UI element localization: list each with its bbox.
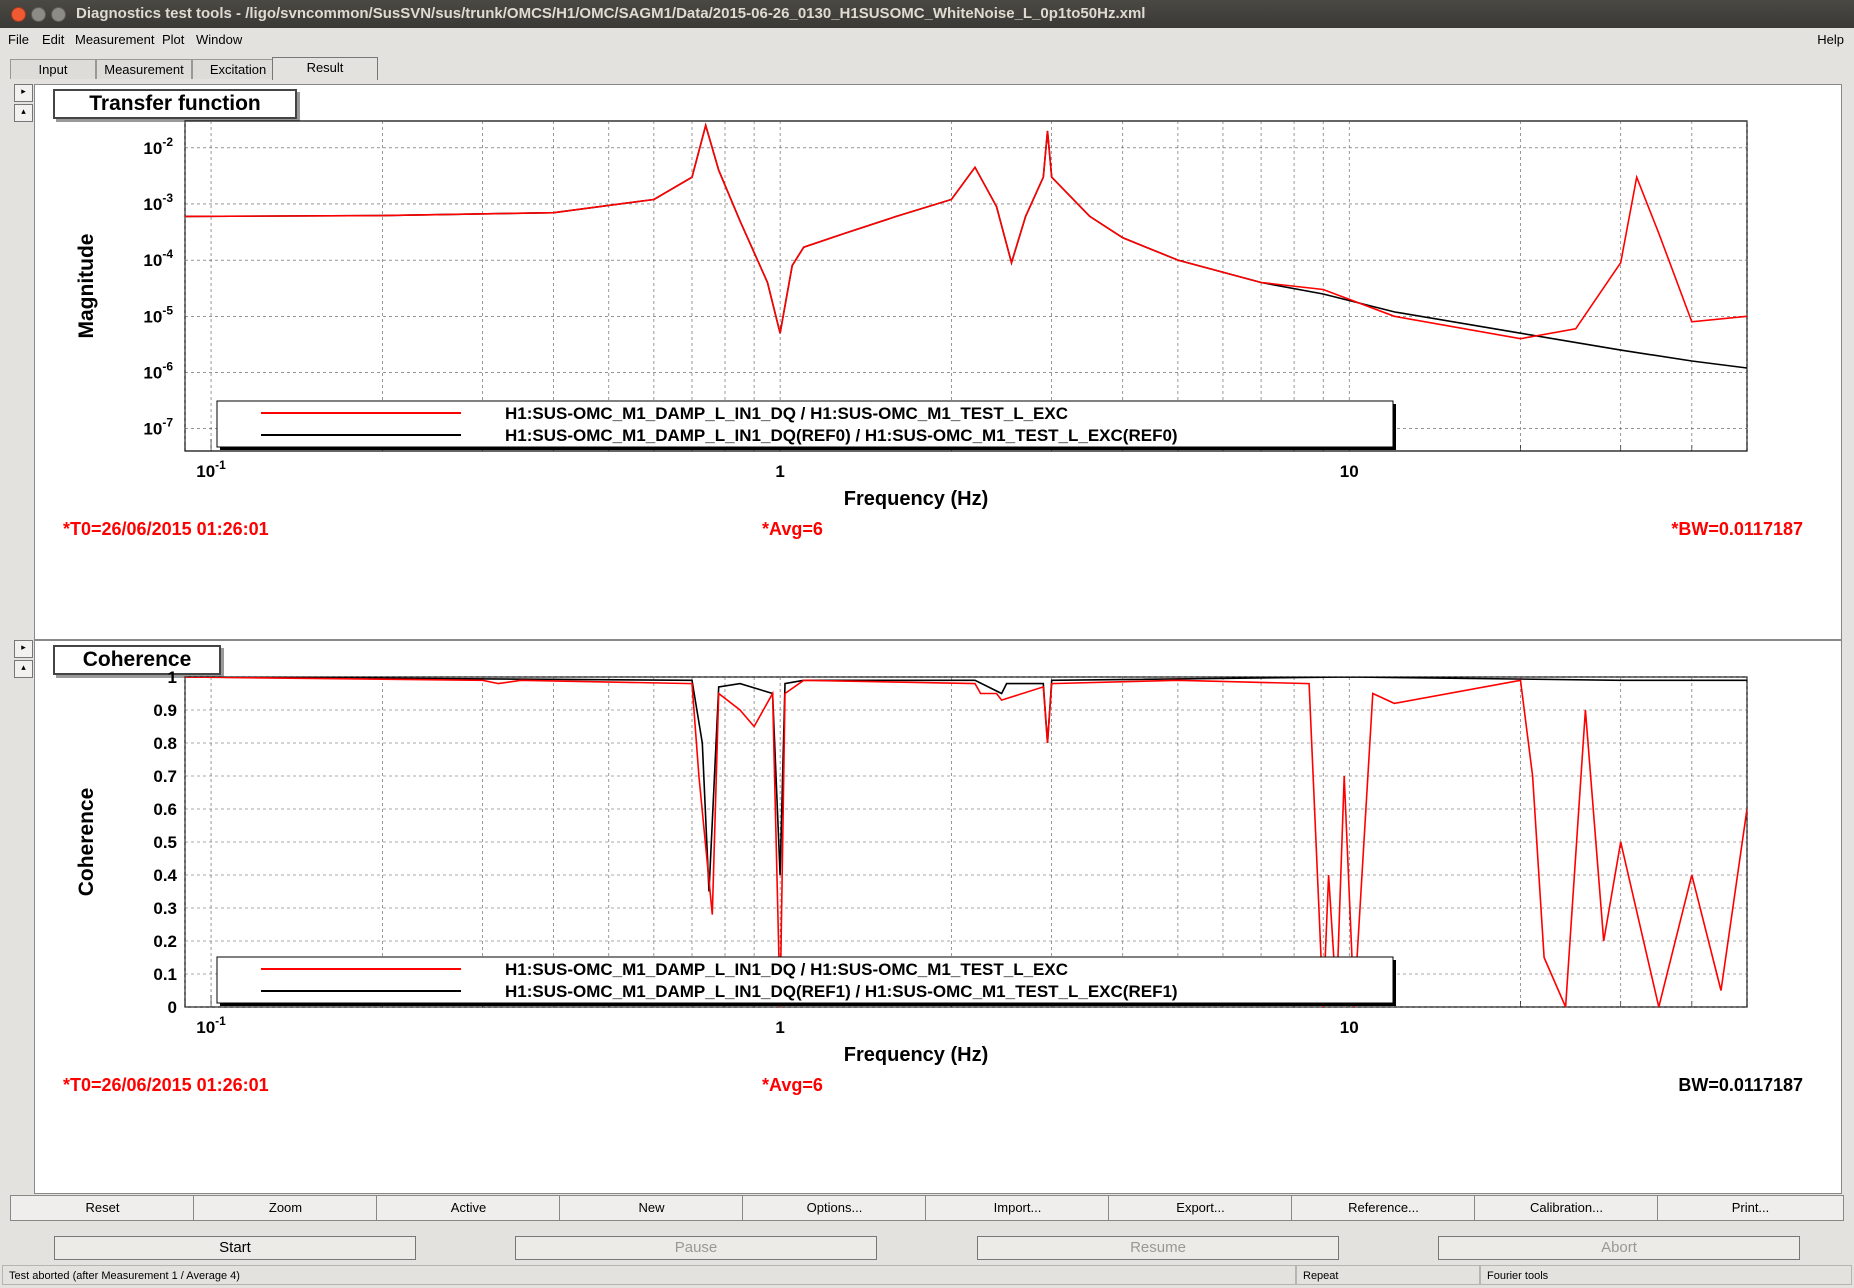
x-tick-label: 10-1 (196, 1014, 226, 1037)
legend-entry: H1:SUS-OMC_M1_DAMP_L_IN1_DQ / H1:SUS-OMC… (505, 960, 1068, 979)
collapse-up-icon-2[interactable]: ▴ (14, 660, 33, 678)
legend: H1:SUS-OMC_M1_DAMP_L_IN1_DQ / H1:SUS-OMC… (216, 956, 1396, 1006)
y-tick-label: 10-2 (143, 135, 173, 158)
x-tick-label-exp: -1 (215, 458, 226, 472)
close-window-icon[interactable] (11, 7, 26, 22)
window-title: Diagnostics test tools - /ligo/svncommon… (76, 5, 1146, 22)
y-tick-label: 10-4 (143, 247, 173, 270)
status-mode: Repeat (1296, 1265, 1480, 1285)
collapse-up-icon[interactable]: ▴ (14, 104, 33, 122)
calibration-button[interactable]: Calibration... (1474, 1195, 1659, 1221)
x-axis-label: Frequency (Hz) (844, 488, 988, 510)
menu-edit[interactable]: Edit (42, 32, 64, 47)
y-tick-label: 1 (168, 668, 177, 687)
info-bw: *BW=0.0117187 (1671, 519, 1803, 539)
x-axis-label: Frequency (Hz) (844, 1044, 988, 1066)
expand-right-icon-2[interactable]: ▸ (14, 640, 33, 658)
y-tick-label-exp: -6 (162, 359, 173, 373)
y-tick-label: 0.3 (153, 899, 177, 918)
y-axis-label: Coherence (75, 788, 98, 897)
x-tick-label: 1 (775, 462, 784, 481)
reference-button[interactable]: Reference... (1291, 1195, 1476, 1221)
menu-help[interactable]: Help (1817, 32, 1844, 47)
y-tick-label: 0.2 (153, 932, 177, 951)
tab-excitation[interactable]: Excitation (192, 59, 284, 79)
y-tick-label-exp: -2 (162, 135, 173, 149)
window-titlebar: Diagnostics test tools - /ligo/svncommon… (0, 0, 1854, 28)
menu-window[interactable]: Window (196, 32, 242, 47)
y-tick-label: 0.6 (153, 800, 177, 819)
tab-result[interactable]: Result (272, 57, 378, 80)
y-tick-label-exp: -7 (162, 416, 173, 430)
y-tick-label: 0 (168, 998, 177, 1017)
x-tick-label: 1 (775, 1018, 784, 1037)
menubar: File Edit Measurement Plot Window Help (0, 29, 1854, 51)
info-avg: *Avg=6 (762, 519, 823, 539)
import-button[interactable]: Import... (925, 1195, 1110, 1221)
print-button[interactable]: Print... (1657, 1195, 1844, 1221)
info-bw: BW=0.0117187 (1678, 1075, 1803, 1095)
transfer-function-panel: Transfer function 10-7 10-6 10-5 10-4 10-3 10… (34, 84, 1842, 640)
y-tick-label-exp: -5 (162, 303, 173, 317)
options-button[interactable]: Options... (742, 1195, 927, 1221)
x-tick-label: 10 (1340, 1018, 1359, 1037)
info-t0: *T0=26/06/2015 01:26:01 (63, 1075, 269, 1095)
y-tick-label: 0.4 (153, 866, 177, 885)
y-tick-label: 10-3 (143, 191, 173, 214)
y-tick-label-exp: -3 (162, 191, 173, 205)
menu-file[interactable]: File (8, 32, 29, 47)
legend: H1:SUS-OMC_M1_DAMP_L_IN1_DQ / H1:SUS-OMC… (216, 400, 1396, 450)
y-tick-label: 10-6 (143, 359, 173, 382)
info-avg: *Avg=6 (762, 1075, 823, 1095)
y-axis-label: Magnitude (75, 234, 98, 339)
transfer-function-chart[interactable]: 10-7 10-6 10-5 10-4 10-3 10-2 10-1 1 10 Frequency… (35, 85, 1841, 639)
expand-right-icon[interactable]: ▸ (14, 84, 33, 102)
reset-button[interactable]: Reset (10, 1195, 195, 1221)
plot-toolbar: Reset Zoom Active New Options... Import.… (10, 1195, 1844, 1221)
legend-entry: H1:SUS-OMC_M1_DAMP_L_IN1_DQ(REF1) / H1:S… (505, 982, 1178, 1001)
y-tick-label: 0.1 (153, 965, 177, 984)
y-tick-label: 10-7 (143, 416, 173, 439)
legend-entry: H1:SUS-OMC_M1_DAMP_L_IN1_DQ / H1:SUS-OMC… (505, 404, 1068, 423)
coherence-chart[interactable]: 0 0.1 0.2 0.3 0.4 0.5 0.6 0.7 0.8 0.9 1 10-1 1 10 Freq… (35, 641, 1841, 1193)
menu-plot[interactable]: Plot (162, 32, 184, 47)
status-tool: Fourier tools (1480, 1265, 1852, 1285)
active-button[interactable]: Active (376, 1195, 561, 1221)
new-button[interactable]: New (559, 1195, 744, 1221)
abort-button[interactable]: Abort (1438, 1236, 1800, 1260)
export-button[interactable]: Export... (1108, 1195, 1293, 1221)
x-tick-label: 10 (1340, 462, 1359, 481)
y-tick-label: 0.9 (153, 701, 177, 720)
resume-button[interactable]: Resume (977, 1236, 1339, 1260)
coherence-panel: Coherence 0 0.1 0.2 0.3 0.4 0.5 0.6 0.7 0.8 0.9 1 1… (34, 640, 1842, 1194)
y-tick-label: 0.7 (153, 767, 177, 786)
legend-entry: H1:SUS-OMC_M1_DAMP_L_IN1_DQ(REF0) / H1:S… (505, 426, 1178, 445)
y-tick-label-exp: -4 (162, 247, 173, 261)
menu-measurement[interactable]: Measurement (75, 32, 154, 47)
x-tick-label-exp: -1 (215, 1014, 226, 1028)
maximize-window-icon[interactable] (51, 7, 66, 22)
minimize-window-icon[interactable] (31, 7, 46, 22)
y-tick-label: 10-5 (143, 303, 173, 326)
status-message: Test aborted (after Measurement 1 / Aver… (2, 1265, 1296, 1285)
start-button[interactable]: Start (54, 1236, 416, 1260)
info-t0: *T0=26/06/2015 01:26:01 (63, 519, 269, 539)
zoom-button[interactable]: Zoom (193, 1195, 378, 1221)
y-tick-label: 0.5 (153, 833, 177, 852)
tab-input[interactable]: Input (10, 59, 96, 79)
pause-button[interactable]: Pause (515, 1236, 877, 1260)
x-tick-label: 10-1 (196, 458, 226, 481)
tab-measurement[interactable]: Measurement (96, 59, 192, 79)
y-tick-label: 0.8 (153, 734, 177, 753)
